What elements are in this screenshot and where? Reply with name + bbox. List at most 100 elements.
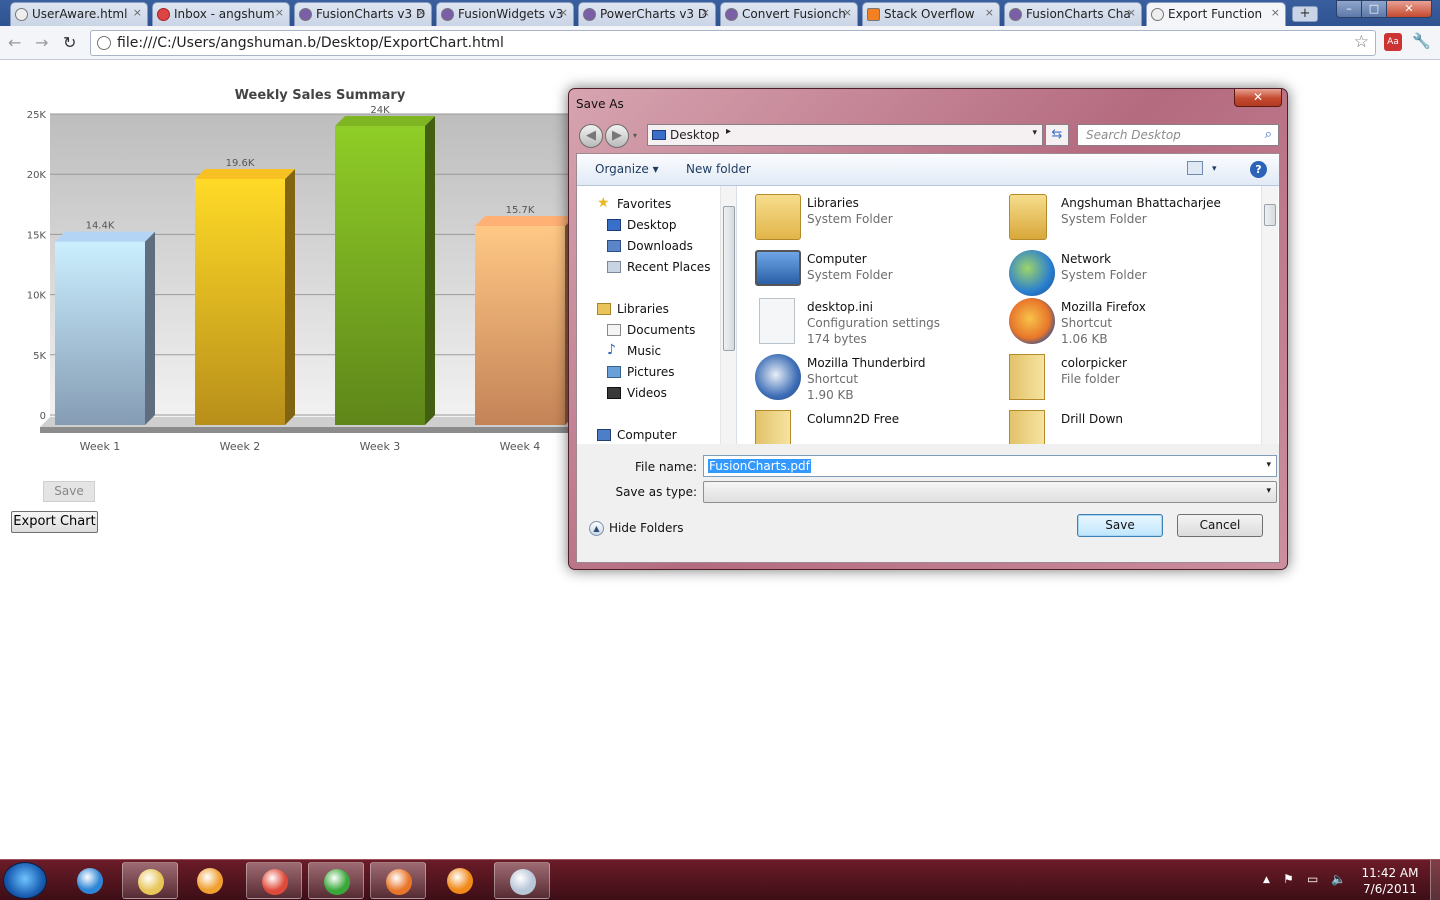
show-hidden-icons-button[interactable]: ▲ — [1263, 875, 1270, 885]
new-folder-button[interactable]: New folder — [686, 162, 751, 176]
file-list-scrollbar[interactable] — [1261, 186, 1278, 444]
file-name-label: File name: — [635, 460, 697, 474]
chart-base — [40, 427, 575, 433]
taskbar-chrome[interactable] — [246, 862, 302, 899]
browser-tab-strip: UserAware.html × Inbox - angshum × FusionC… — [0, 0, 1440, 26]
tab-close-icon[interactable]: × — [843, 6, 852, 19]
view-dropdown-icon[interactable]: ▾ — [1212, 164, 1217, 174]
network-icon[interactable]: ▭ — [1307, 872, 1318, 886]
bar-week-3[interactable] — [335, 126, 425, 425]
tab-export-function[interactable]: Export Function × — [1146, 2, 1286, 26]
search-icon[interactable]: ⌕ — [1265, 127, 1272, 142]
file-item-network[interactable]: Network System Folder — [1007, 248, 1257, 300]
tab-close-icon[interactable]: × — [1271, 6, 1280, 19]
tab-useraware[interactable]: UserAware.html × — [10, 2, 148, 26]
bar-week-4[interactable] — [475, 225, 565, 425]
file-item-firefox[interactable]: Mozilla Firefox Shortcut 1.06 KB — [1007, 296, 1257, 348]
taskbar-green-app[interactable] — [308, 862, 364, 899]
organize-button[interactable]: Organize ▾ — [595, 162, 659, 176]
dialog-back-button[interactable]: ◀ — [579, 124, 603, 148]
taskbar-flame-app[interactable] — [432, 862, 488, 899]
chevron-down-icon[interactable]: ▾ — [1266, 486, 1271, 496]
refresh-button[interactable]: ⇆ — [1045, 124, 1069, 146]
reload-button[interactable]: ↻ — [63, 33, 76, 52]
breadcrumb-arrow-icon[interactable]: ▸ — [726, 126, 731, 137]
bar-side — [145, 231, 155, 425]
taskbar-windows-explorer[interactable] — [122, 862, 178, 899]
paint-icon — [510, 869, 536, 895]
volume-icon[interactable]: 🔈 — [1331, 872, 1346, 886]
wrench-icon[interactable]: 🔧 — [1412, 32, 1431, 50]
scrollbar-thumb[interactable] — [1264, 204, 1276, 226]
file-name-input[interactable]: FusionCharts.pdf ▾ — [703, 455, 1277, 477]
taskbar-media-player[interactable] — [182, 862, 238, 899]
help-icon[interactable]: ? — [1250, 161, 1267, 178]
new-tab-button[interactable]: + — [1292, 6, 1318, 22]
adobe-extension-icon[interactable]: Aa — [1384, 33, 1402, 51]
file-item-computer[interactable]: Computer System Folder — [753, 248, 1003, 300]
dialog-save-button[interactable]: Save — [1077, 514, 1163, 537]
taskbar-internet-explorer[interactable] — [62, 862, 118, 899]
tab-gmail-inbox[interactable]: Inbox - angshum × — [152, 2, 290, 26]
dialog-close-button[interactable]: ✕ — [1234, 89, 1282, 107]
back-button[interactable]: ← — [8, 33, 21, 52]
nav-pane-scrollbar[interactable] — [720, 186, 736, 444]
globe-icon — [15, 8, 28, 21]
file-item-libraries[interactable]: Libraries System Folder — [753, 192, 1003, 244]
taskbar-paint[interactable] — [494, 862, 550, 899]
start-button[interactable] — [3, 862, 47, 899]
minimize-button[interactable]: – — [1336, 0, 1362, 18]
bar-week-1[interactable] — [55, 241, 145, 425]
dialog-forward-button[interactable]: ▶ — [605, 124, 629, 148]
bookmark-star-icon[interactable]: ☆ — [1354, 32, 1369, 52]
address-dropdown-icon[interactable]: ▾ — [1032, 128, 1037, 138]
file-item-drill-down[interactable]: Drill Down — [1007, 408, 1257, 444]
x-tick-label: Week 3 — [360, 440, 401, 453]
tab-close-icon[interactable]: × — [275, 6, 284, 19]
tab-convert-fusioncharts[interactable]: Convert Fusionch × — [720, 2, 858, 26]
page-save-button[interactable]: Save — [43, 481, 95, 502]
window-close-button[interactable]: ✕ — [1386, 0, 1432, 18]
file-item-thunderbird[interactable]: Mozilla Thunderbird Shortcut 1.90 KB — [753, 352, 1003, 404]
y-tick-label: 0 — [40, 411, 46, 422]
fusioncharts-icon — [583, 8, 596, 21]
tab-close-icon[interactable]: × — [985, 6, 994, 19]
tab-close-icon[interactable]: × — [1127, 6, 1136, 19]
tab-fusioncharts-chart[interactable]: FusionCharts Cha × — [1004, 2, 1142, 26]
change-view-icon[interactable] — [1187, 161, 1203, 175]
save-as-type-select[interactable]: ▾ — [703, 481, 1277, 503]
tab-fusioncharts-docs[interactable]: FusionCharts v3 D × — [294, 2, 432, 26]
export-chart-button[interactable]: Export Chart — [11, 511, 98, 533]
gmail-icon — [157, 8, 170, 21]
tab-close-icon[interactable]: × — [559, 6, 568, 19]
address-bar[interactable]: file:///C:/Users/angshuman.b/Desktop/Exp… — [90, 30, 1376, 56]
tab-fusionwidgets-docs[interactable]: FusionWidgets v3 × — [436, 2, 574, 26]
tab-stack-overflow[interactable]: Stack Overflow × — [862, 2, 1000, 26]
bar-top — [55, 231, 155, 242]
recent-locations-dropdown[interactable]: ▾ — [633, 131, 637, 140]
show-desktop-button[interactable] — [1430, 860, 1440, 900]
scrollbar-thumb[interactable] — [723, 206, 735, 351]
dialog-address-bar[interactable]: Desktop ▸ ▾ — [647, 124, 1043, 146]
tab-close-icon[interactable]: × — [133, 6, 142, 19]
file-item-colorpicker[interactable]: colorpicker File folder — [1007, 352, 1257, 404]
file-item-user-folder[interactable]: Angshuman Bhattacharjee System Folder — [1007, 192, 1257, 244]
bar-week-2[interactable] — [195, 179, 285, 425]
file-item-desktop-ini[interactable]: desktop.ini Configuration settings 174 byt… — [753, 296, 1003, 348]
taskbar-firefox[interactable] — [370, 862, 426, 899]
maximize-button[interactable]: □ — [1361, 0, 1387, 18]
tab-close-icon[interactable]: × — [701, 6, 710, 19]
taskbar: ▲ ⚑ ▭ 🔈 11:42 AM 7/6/2011 — [0, 859, 1440, 900]
x-axis: Week 1 Week 2 Week 3 Week 4 — [80, 440, 541, 453]
search-input[interactable]: Search Desktop ⌕ — [1077, 124, 1279, 146]
forward-button[interactable]: → — [35, 33, 48, 52]
clock[interactable]: 11:42 AM 7/6/2011 — [1358, 865, 1422, 897]
chevron-down-icon[interactable]: ▾ — [1266, 460, 1271, 470]
file-item-column2d-free[interactable]: Column2D Free — [753, 408, 1003, 444]
folder-icon — [755, 410, 791, 444]
action-center-flag-icon[interactable]: ⚑ — [1283, 872, 1294, 886]
internet-explorer-icon — [77, 868, 103, 894]
tab-powercharts-docs[interactable]: PowerCharts v3 D × — [578, 2, 716, 26]
dialog-cancel-button[interactable]: Cancel — [1177, 514, 1263, 537]
tab-close-icon[interactable]: × — [417, 6, 426, 19]
